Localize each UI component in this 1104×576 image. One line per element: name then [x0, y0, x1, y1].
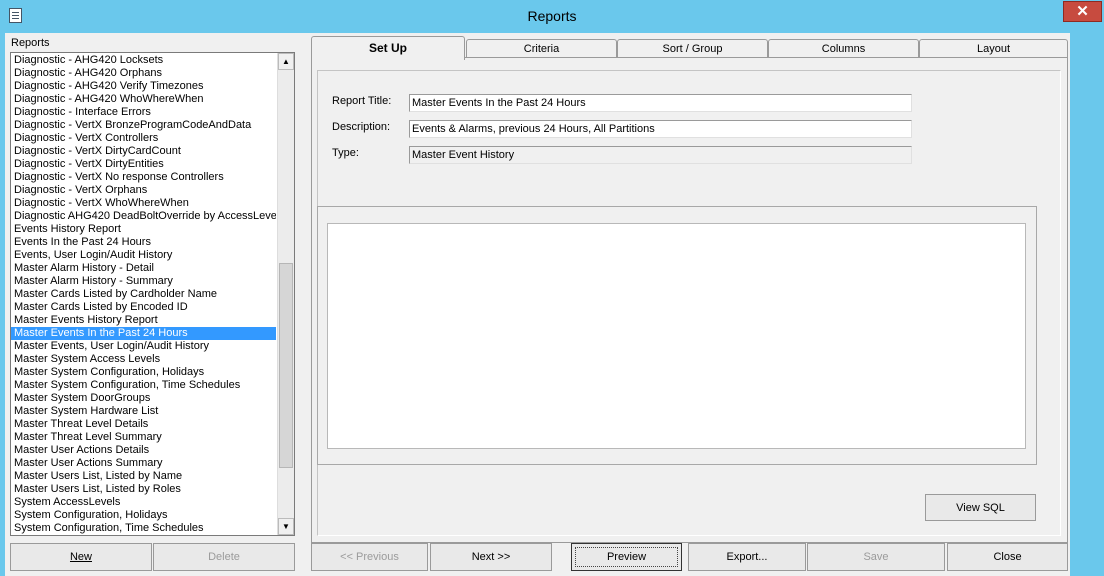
list-item[interactable]: Diagnostic - AHG420 Orphans	[11, 67, 276, 80]
title-bar[interactable]: Reports ✕	[0, 0, 1104, 33]
list-item[interactable]: Master Alarm History - Detail	[11, 262, 276, 275]
list-item[interactable]: Diagnostic - VertX Controllers	[11, 132, 276, 145]
list-item[interactable]: Master Events History Report	[11, 314, 276, 327]
list-item[interactable]: Master System Access Levels	[11, 353, 276, 366]
list-item[interactable]: Master Threat Level Details	[11, 418, 276, 431]
report-tabs: Set Up Criteria Sort / Group Columns Lay…	[311, 36, 1068, 60]
list-item[interactable]: Master Events In the Past 24 Hours	[11, 327, 276, 340]
export-button[interactable]: Export...	[688, 543, 806, 571]
list-item[interactable]: System Configuration, Holidays	[11, 509, 276, 522]
list-item[interactable]: Diagnostic - VertX No response Controlle…	[11, 171, 276, 184]
list-item[interactable]: Diagnostic - VertX BronzeProgramCodeAndD…	[11, 119, 276, 132]
delete-button[interactable]: Delete	[153, 543, 295, 571]
scrollbar-thumb[interactable]	[279, 263, 293, 468]
list-item[interactable]: Master Users List, Listed by Roles	[11, 483, 276, 496]
list-item[interactable]: Master User Actions Details	[11, 444, 276, 457]
list-item[interactable]: Master Users List, Listed by Name	[11, 470, 276, 483]
reports-listbox[interactable]: Diagnostic - AHG420 Locksets Diagnostic -…	[10, 52, 295, 536]
tab-sort-group[interactable]: Sort / Group	[617, 39, 768, 59]
list-item[interactable]: Diagnostic AHG420 DeadBoltOverride by Ac…	[11, 210, 276, 223]
reports-list-label: Reports	[11, 37, 50, 49]
list-item[interactable]: Events In the Past 24 Hours	[11, 236, 276, 249]
tab-layout[interactable]: Layout	[919, 39, 1068, 59]
description-input[interactable]: Events & Alarms, previous 24 Hours, All …	[409, 120, 912, 138]
view-sql-button[interactable]: View SQL	[925, 494, 1036, 521]
new-button-label: New	[69, 551, 92, 563]
new-button[interactable]: New	[10, 543, 152, 571]
list-item[interactable]: Diagnostic - AHG420 Verify Timezones	[11, 80, 276, 93]
tab-columns[interactable]: Columns	[768, 39, 919, 59]
close-button[interactable]: Close	[947, 543, 1068, 571]
save-button[interactable]: Save	[807, 543, 945, 571]
list-item[interactable]: Master Threat Level Summary	[11, 431, 276, 444]
list-item[interactable]: Master System Configuration, Time Schedu…	[11, 379, 276, 392]
tab-set-up[interactable]: Set Up	[311, 36, 465, 60]
list-item[interactable]: Master System Hardware List	[11, 405, 276, 418]
list-item[interactable]: Master Cards Listed by Encoded ID	[11, 301, 276, 314]
tab-criteria[interactable]: Criteria	[466, 39, 617, 59]
type-field: Master Event History	[409, 146, 912, 164]
sql-text-area[interactable]	[327, 223, 1026, 449]
list-item[interactable]: Master System DoorGroups	[11, 392, 276, 405]
list-item[interactable]: Master Alarm History - Summary	[11, 275, 276, 288]
window-client-area: Reports Diagnostic - AHG420 Locksets Diag…	[5, 33, 1070, 576]
type-label: Type:	[332, 147, 359, 159]
list-item[interactable]: Diagnostic - Interface Errors	[11, 106, 276, 119]
list-item[interactable]: Diagnostic - VertX DirtyCardCount	[11, 145, 276, 158]
window-frame-right	[1070, 33, 1104, 576]
list-item[interactable]: Master System Configuration, Holidays	[11, 366, 276, 379]
scroll-up-arrow-icon[interactable]: ▲	[278, 53, 294, 70]
reports-list-items: Diagnostic - AHG420 Locksets Diagnostic -…	[11, 54, 276, 535]
scroll-down-arrow-icon[interactable]: ▼	[278, 518, 294, 535]
window-title: Reports	[527, 8, 577, 24]
previous-button[interactable]: << Previous	[311, 543, 428, 571]
report-title-label: Report Title:	[332, 95, 392, 107]
list-item[interactable]: Events, User Login/Audit History	[11, 249, 276, 262]
list-item[interactable]: Diagnostic - VertX WhoWhereWhen	[11, 197, 276, 210]
next-button[interactable]: Next >>	[430, 543, 552, 571]
list-item[interactable]: Diagnostic - VertX Orphans	[11, 184, 276, 197]
list-item[interactable]: Diagnostic - AHG420 WhoWhereWhen	[11, 93, 276, 106]
preview-button[interactable]: Preview	[571, 543, 682, 571]
sql-frame	[317, 206, 1037, 465]
list-item[interactable]: System Configuration, Time Schedules	[11, 522, 276, 535]
window-close-button[interactable]: ✕	[1063, 1, 1102, 22]
reports-list-scrollbar[interactable]: ▲ ▼	[277, 53, 294, 535]
list-item[interactable]: Master Cards Listed by Cardholder Name	[11, 288, 276, 301]
description-label: Description:	[332, 121, 391, 133]
list-item[interactable]: System AccessLevels	[11, 496, 276, 509]
list-item[interactable]: Diagnostic - AHG420 Locksets	[11, 54, 276, 67]
list-item[interactable]: Diagnostic - VertX DirtyEntities	[11, 158, 276, 171]
list-item[interactable]: Master User Actions Summary	[11, 457, 276, 470]
report-title-input[interactable]: Master Events In the Past 24 Hours	[409, 94, 912, 112]
list-item[interactable]: Master Events, User Login/Audit History	[11, 340, 276, 353]
list-item[interactable]: Events History Report	[11, 223, 276, 236]
